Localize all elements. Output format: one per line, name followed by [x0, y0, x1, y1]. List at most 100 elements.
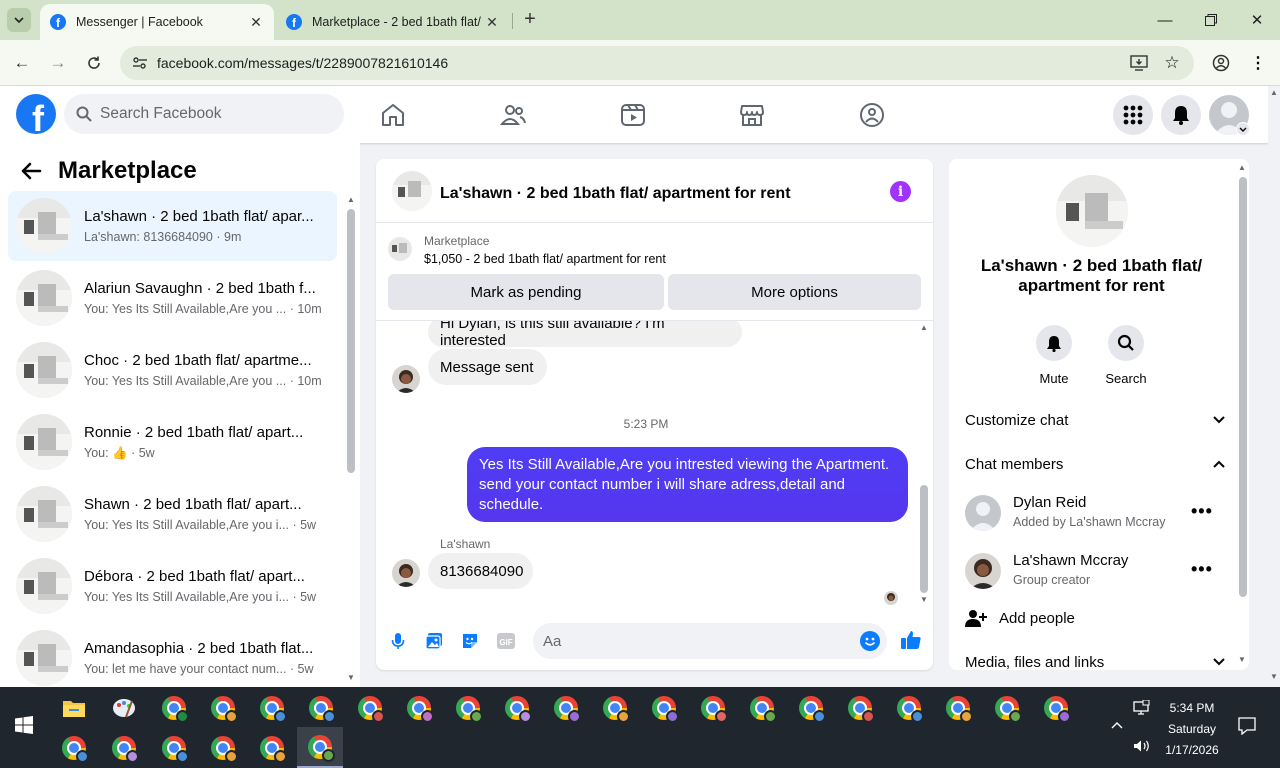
chat-members-section[interactable]: Chat members	[965, 446, 1225, 482]
scroll-up-arrow[interactable]: ▲	[1270, 88, 1278, 97]
chrome-app[interactable]	[201, 689, 245, 727]
nav-marketplace[interactable]	[696, 94, 808, 136]
notifications-button[interactable]	[1161, 95, 1201, 135]
show-hidden-icons-chevron[interactable]	[1111, 717, 1123, 732]
minimize-button[interactable]: —	[1142, 0, 1188, 40]
photo-icon[interactable]	[424, 631, 444, 651]
scroll-up-arrow[interactable]: ▲	[920, 323, 928, 332]
add-people-button[interactable]: Add people	[965, 600, 1225, 636]
search-box[interactable]	[64, 94, 344, 134]
tab-messenger[interactable]: f Messenger | Facebook ✕	[40, 4, 274, 40]
chrome-app[interactable]	[936, 689, 980, 727]
chrome-app[interactable]	[152, 729, 196, 767]
scroll-up-arrow[interactable]: ▲	[347, 195, 355, 204]
message-input[interactable]	[543, 623, 843, 659]
member-row[interactable]: Dylan Reid Added by La'shawn Mccray •••	[965, 489, 1225, 539]
chrome-app[interactable]	[299, 689, 343, 727]
back-arrow-icon[interactable]	[20, 161, 42, 181]
scroll-down-arrow[interactable]: ▼	[1238, 655, 1246, 664]
mute-action[interactable]: Mute	[1024, 325, 1084, 386]
profile-icon[interactable]	[1212, 54, 1230, 72]
back-button[interactable]: ←	[10, 51, 34, 75]
volume-icon[interactable]	[1133, 739, 1151, 756]
chrome-app[interactable]	[495, 689, 539, 727]
customize-chat-section[interactable]: Customize chat	[965, 402, 1225, 438]
chrome-app[interactable]	[446, 689, 490, 727]
scroll-down-arrow[interactable]: ▼	[920, 595, 928, 604]
forward-button[interactable]: →	[46, 51, 70, 75]
left-scrollbar[interactable]	[347, 209, 355, 473]
conversation-item[interactable]: Débora · 2 bed 1bath flat/ apart... You:…	[8, 551, 337, 621]
conversation-item[interactable]: Choc · 2 bed 1bath flat/ apartme... You:…	[8, 335, 337, 405]
chrome-app[interactable]	[642, 689, 686, 727]
listing-thumbnail[interactable]	[1056, 175, 1128, 247]
notification-center-icon[interactable]	[1238, 717, 1256, 738]
details-scrollbar[interactable]	[1239, 177, 1247, 597]
conversation-item[interactable]: Shawn · 2 bed 1bath flat/ apart... You: …	[8, 479, 337, 549]
chrome-app[interactable]	[887, 689, 931, 727]
sender-avatar[interactable]	[392, 365, 420, 393]
chrome-app[interactable]	[740, 689, 784, 727]
chrome-app[interactable]	[250, 729, 294, 767]
like-thumb-icon[interactable]	[900, 629, 922, 651]
facebook-logo[interactable]: f	[16, 94, 56, 134]
nav-home[interactable]	[337, 94, 449, 136]
nav-friends[interactable]	[457, 94, 569, 136]
chrome-app[interactable]	[691, 689, 735, 727]
sticker-icon[interactable]	[460, 631, 480, 651]
reload-button[interactable]	[82, 51, 106, 75]
mark-as-pending-button[interactable]: Mark as pending	[388, 274, 664, 310]
chrome-app[interactable]	[789, 689, 833, 727]
conversation-item[interactable]: Ronnie · 2 bed 1bath flat/ apart... You:…	[8, 407, 337, 477]
nav-video[interactable]	[577, 94, 689, 136]
sender-avatar[interactable]	[392, 559, 420, 587]
close-icon[interactable]: ✕	[484, 14, 500, 31]
search-action[interactable]: Search	[1096, 325, 1156, 386]
scroll-down-arrow[interactable]: ▼	[347, 673, 355, 682]
tab-marketplace[interactable]: f Marketplace - 2 bed 1bath flat/ ✕	[276, 4, 510, 40]
menu-button[interactable]	[1113, 95, 1153, 135]
account-chevron-icon[interactable]	[1236, 122, 1250, 136]
microphone-icon[interactable]	[388, 631, 408, 651]
browser-menu-icon[interactable]: ⋮	[1249, 54, 1267, 72]
windows-start-button[interactable]	[8, 705, 40, 745]
new-tab-button[interactable]: +	[520, 9, 540, 30]
tab-search-button[interactable]	[7, 8, 31, 32]
emoji-icon[interactable]	[860, 631, 880, 651]
network-icon[interactable]	[1133, 699, 1151, 719]
listing-price-title[interactable]: $1,050 - 2 bed 1bath flat/ apartment for…	[424, 252, 666, 266]
chrome-app[interactable]	[102, 729, 146, 767]
info-icon[interactable]: i	[890, 181, 911, 202]
chrome-app[interactable]	[348, 689, 392, 727]
chrome-app[interactable]	[593, 689, 637, 727]
conversation-item[interactable]: Amandasophia · 2 bed 1bath flat... You: …	[8, 623, 337, 693]
chrome-app[interactable]	[250, 689, 294, 727]
search-input[interactable]	[100, 94, 330, 134]
restore-button[interactable]	[1188, 0, 1234, 40]
chrome-app[interactable]	[838, 689, 882, 727]
media-files-section[interactable]: Media, files and links	[965, 644, 1225, 670]
message-input-box[interactable]	[533, 623, 887, 659]
listing-thumbnail[interactable]	[392, 171, 432, 211]
member-row[interactable]: La'shawn Mccray Group creator •••	[965, 547, 1225, 597]
gif-icon[interactable]: GIF	[496, 631, 516, 651]
file-explorer-app[interactable]	[52, 689, 96, 727]
site-settings-icon[interactable]	[132, 55, 148, 71]
chat-scrollbar[interactable]	[920, 485, 928, 593]
chrome-app[interactable]	[397, 689, 441, 727]
window-close-button[interactable]: ✕	[1234, 0, 1280, 40]
chrome-app[interactable]	[544, 689, 588, 727]
conversation-item[interactable]: La'shawn · 2 bed 1bath flat/ apar... La'…	[8, 191, 337, 261]
chrome-app[interactable]	[985, 689, 1029, 727]
omnibox[interactable]: facebook.com/messages/t/2289007821610146…	[120, 46, 1194, 80]
close-icon[interactable]: ✕	[248, 14, 264, 31]
chrome-app[interactable]	[52, 729, 96, 767]
page-scrollbar[interactable]: ▲ ▼	[1268, 86, 1280, 687]
chrome-app-active[interactable]	[297, 727, 343, 768]
system-clock[interactable]: 5:34 PM Saturday 1/17/2026	[1164, 698, 1220, 761]
install-app-icon[interactable]	[1130, 54, 1148, 72]
chrome-app[interactable]	[152, 689, 196, 727]
more-icon[interactable]: •••	[1191, 559, 1213, 580]
nav-groups[interactable]	[816, 94, 928, 136]
chrome-app[interactable]	[1034, 689, 1078, 727]
